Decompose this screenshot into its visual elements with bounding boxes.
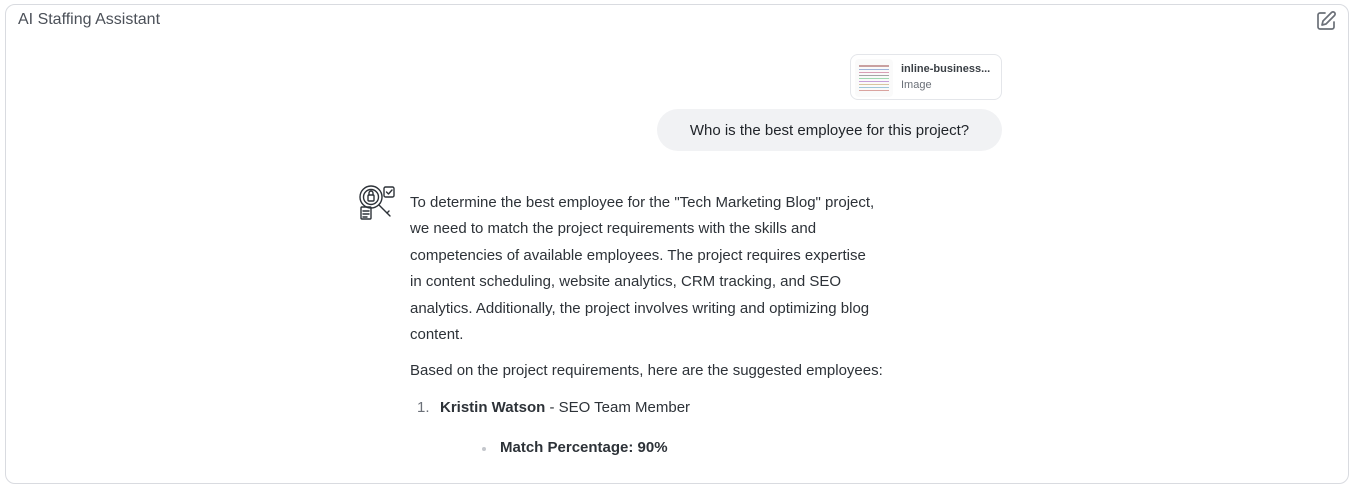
answer-line: To determine the best employee for the "… [410,194,875,211]
user-message: Who is the best employee for this projec… [657,109,1002,151]
answer-line: competencies of available employees. The… [410,246,866,264]
list-item: 1. Kristin Watson - SEO Team Member Matc… [410,395,950,461]
robot-analyst-icon [353,181,397,225]
answer-line: we need to match the project requirement… [410,220,817,238]
match-percentage: Match Percentage: 90% [500,438,668,456]
bullet-icon [482,446,486,451]
employee-name: Kristin Watson [440,398,546,416]
attachment-thumbnail [855,59,893,97]
suggestion-details: Match Percentage: 90% [470,435,950,461]
answer-summary: Based on the project requirements, here … [410,362,883,380]
employee-role: - SEO Team Member [545,398,691,416]
detail-item: Match Percentage: 90% [470,435,950,461]
list-number: 1. [417,398,430,416]
answer-line: in content scheduling, website analytics… [410,273,842,291]
suggestion-list: 1. Kristin Watson - SEO Team Member Matc… [410,395,950,461]
page-title: AI Staffing Assistant [18,11,161,28]
answer-intro: To determine the best employee for the "… [410,190,950,348]
image-attachment[interactable]: inline-business... Image [850,54,1002,100]
attachment-name: inline-business... [901,63,991,75]
attachment-type: Image [901,79,932,91]
chat-panel: AI Staffing Assistant inline-business...… [5,4,1349,484]
edit-icon[interactable] [1314,9,1338,33]
answer-line: analytics. Additionally, the project inv… [410,299,870,317]
answer-line: content. [410,326,464,344]
assistant-message: To determine the best employee for the "… [410,190,950,461]
